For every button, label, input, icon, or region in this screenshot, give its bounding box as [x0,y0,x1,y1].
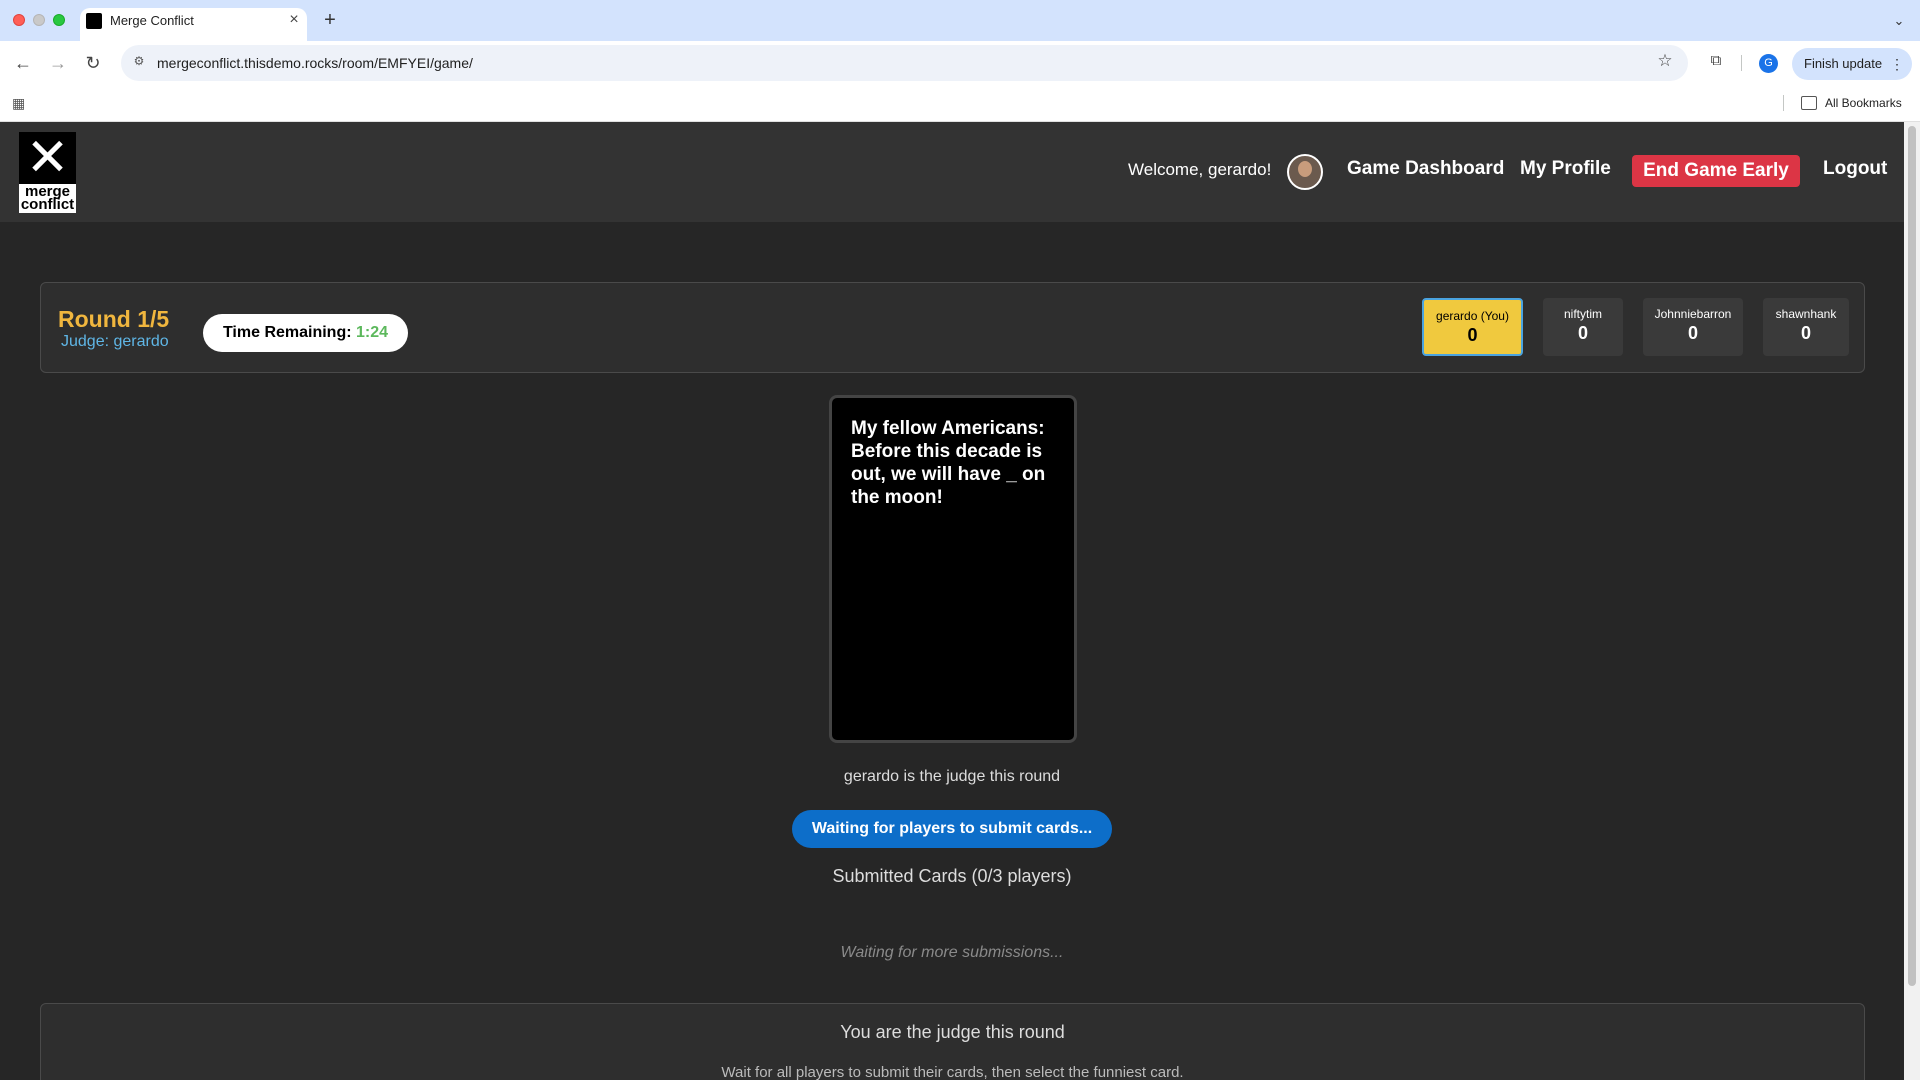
logo-text: merge conflict [19,183,76,213]
extensions-icon[interactable]: ⧉ [1705,50,1727,72]
apps-grid-icon[interactable]: ▦ [12,95,28,111]
tab-title: Merge Conflict [110,13,194,28]
player-score: 0 [1687,323,1698,343]
new-tab-icon[interactable]: + [319,8,341,32]
player-name: Johnniebarron [1654,307,1732,321]
end-game-early-button[interactable]: End Game Early [1632,155,1800,187]
submitted-cards-heading: Submitted Cards (0/3 players) [832,866,1072,886]
forward-arrow-icon[interactable]: → [43,48,73,78]
scrollbar-thumb[interactable] [1908,126,1916,986]
player-score: 0 [1800,323,1811,343]
window-minimize-button[interactable] [33,14,45,26]
window-close-button[interactable] [13,14,25,26]
player-name: shawnhank [1775,307,1837,321]
tab-search-icon[interactable]: ⌄ [1888,10,1910,32]
reload-icon[interactable]: ↻ [78,48,108,78]
judge-instructions-panel: You are the judge this round Wait for al… [40,1003,1865,1080]
judge-info-text: gerardo is the judge this round [843,768,1061,785]
toolbar-divider [1741,55,1742,71]
tab-favicon-icon [86,13,102,29]
logo-x-icon: ✕ [25,128,70,188]
merge-conflict-logo[interactable]: ✕ merge conflict [19,128,76,213]
folder-icon [1801,96,1817,110]
timer-value: 1:24 [356,324,389,341]
profile-avatar-icon[interactable]: G [1759,54,1778,73]
prompt-black-card: My fellow Americans: Before this decade … [829,395,1077,743]
time-remaining-pill: Time Remaining: 1:24 [203,314,408,352]
player-score-chip: shawnhank 0 [1763,298,1849,356]
bookmarks-divider [1783,95,1784,111]
tab-close-icon[interactable]: × [284,10,304,30]
logout-link[interactable]: Logout [1823,158,1887,180]
player-score: 0 [1467,325,1478,345]
game-dashboard-link[interactable]: Game Dashboard [1347,158,1504,180]
waiting-for-players-button[interactable]: Waiting for players to submit cards... [792,810,1112,848]
url-text[interactable]: mergeconflict.thisdemo.rocks/room/EMFYEI… [157,55,473,71]
game-page: ✕ merge conflict Welcome, gerardo! Game … [0,122,1904,1080]
round-status-panel: Round 1/5 Judge: gerardo Time Remaining:… [40,282,1865,373]
judge-panel-subtitle: Wait for all players to submit their car… [721,1064,1184,1080]
player-name: niftytim [1563,307,1602,321]
player-score-chip: gerardo (You) 0 [1422,298,1523,356]
waiting-more-text: Waiting for more submissions... [840,944,1064,961]
player-score: 0 [1577,323,1588,343]
player-score-chip: Johnniebarron 0 [1643,298,1743,356]
judge-label: Judge: gerardo [61,333,169,350]
bookmarks-bar [0,85,1920,122]
player-score-chip: niftytim 0 [1543,298,1623,356]
user-avatar[interactable] [1287,154,1323,190]
judge-panel-title: You are the judge this round [840,1022,1065,1042]
all-bookmarks-link[interactable]: All Bookmarks [1825,96,1902,110]
round-title: Round 1/5 [58,306,170,332]
site-header: ✕ merge conflict Welcome, gerardo! Game … [0,122,1904,222]
welcome-text: Welcome, gerardo! [1128,160,1272,179]
my-profile-link[interactable]: My Profile [1520,158,1611,180]
back-arrow-icon[interactable]: ← [8,48,38,78]
prompt-card-text: My fellow Americans: Before this decade … [851,418,1046,508]
window-maximize-button[interactable] [53,14,65,26]
bookmark-star-icon[interactable]: ☆ [1654,50,1676,72]
player-name: gerardo (You) [1436,309,1509,323]
timer-label: Time Remaining: [222,324,352,341]
more-menu-icon[interactable]: ⋮ [1890,48,1904,80]
site-info-icon[interactable]: ⚙ [131,54,147,70]
